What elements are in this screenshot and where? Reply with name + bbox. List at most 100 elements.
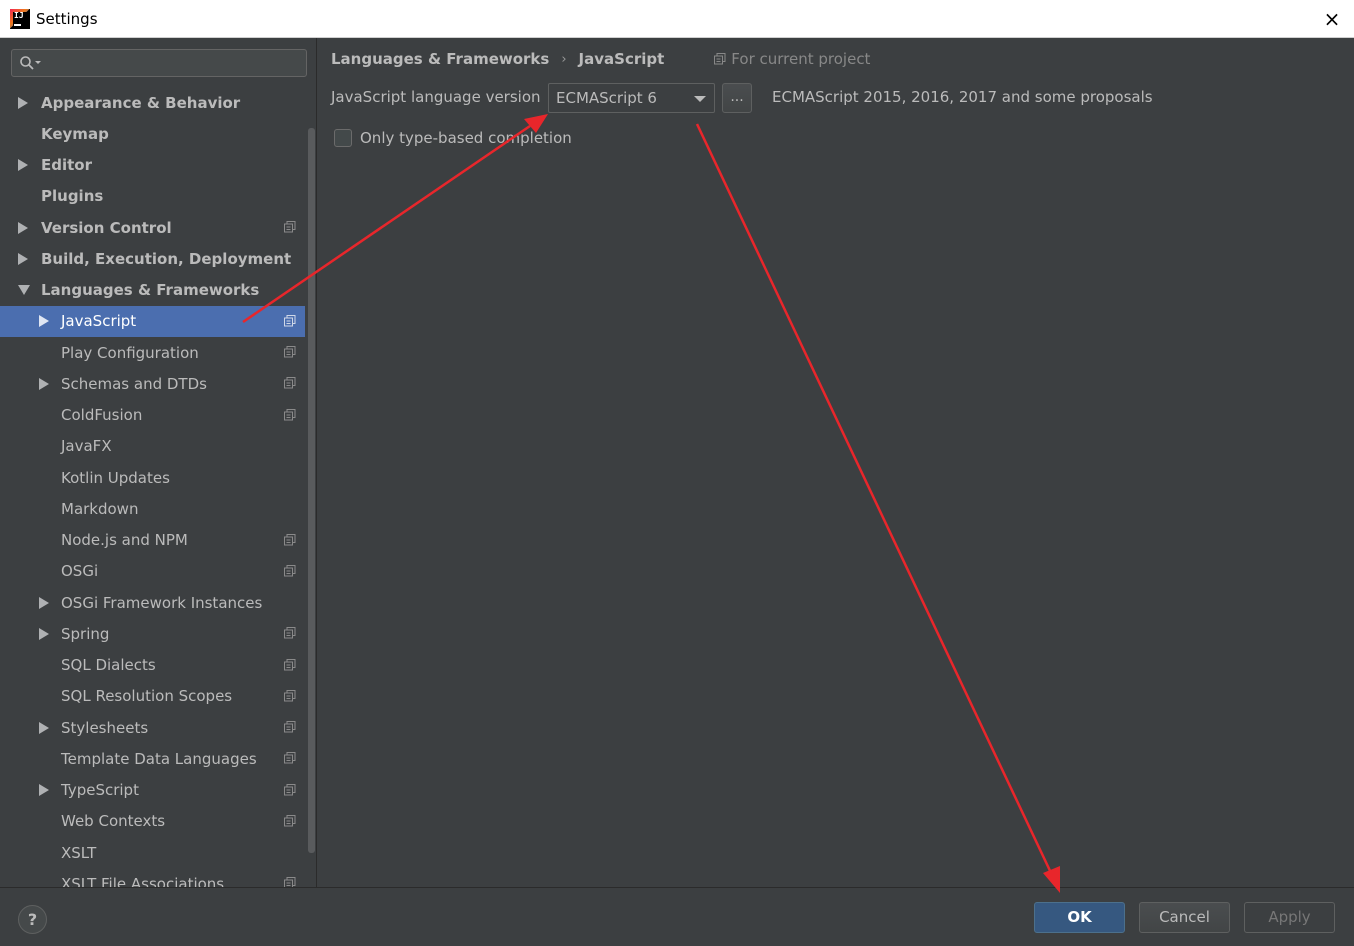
project-scope-icon (284, 533, 296, 545)
settings-sidebar: Appearance & Behavior Keymap Editor Plugins… (0, 38, 317, 887)
title-bar: IJ Settings × (0, 0, 1354, 38)
sidebar-item-label: Keymap (41, 124, 109, 143)
breadcrumb-item-languages-frameworks[interactable]: Languages & Frameworks (331, 50, 549, 68)
sidebar-item-build-execution-deployment[interactable]: Build, Execution, Deployment (0, 243, 305, 274)
sidebar-item-keymap[interactable]: Keymap (0, 118, 305, 149)
intellij-logo-icon: IJ (10, 8, 30, 29)
project-scope-icon (284, 314, 296, 327)
project-scope-icon (284, 877, 296, 887)
sidebar-item-label: Markdown (61, 499, 139, 518)
breadcrumb-separator: › (561, 51, 567, 67)
sidebar-item-javascript[interactable]: JavaScript (0, 305, 305, 337)
sidebar-item-label: OSGi Framework Instances (61, 593, 263, 612)
sidebar-item-web-contexts[interactable]: Web Contexts (0, 806, 305, 837)
sidebar-item-label: Editor (41, 156, 92, 175)
project-scope-icon (284, 564, 296, 577)
settings-tree: Appearance & Behavior Keymap Editor Plugins… (0, 87, 305, 887)
sidebar-item-label: Build, Execution, Deployment (41, 249, 292, 268)
sidebar-item-xslt-file-associations[interactable]: XSLT File Associations (0, 868, 305, 887)
project-scope-icon (284, 814, 296, 827)
chevron-right-icon[interactable] (39, 784, 49, 797)
sidebar-item-version-control[interactable]: Version Control (0, 212, 305, 243)
apply-button[interactable]: Apply (1244, 902, 1335, 933)
project-scope-icon (284, 221, 296, 233)
close-button[interactable]: × (1322, 9, 1342, 29)
scope-label: For current project (731, 50, 871, 68)
sidebar-item-typescript[interactable]: TypeScript (0, 775, 305, 806)
chevron-right-icon[interactable] (18, 221, 28, 234)
language-version-description: ECMAScript 2015, 2016, 2017 and some pro… (772, 88, 1153, 106)
project-scope-icon (284, 721, 296, 733)
sidebar-item-languages-frameworks[interactable]: Languages & Frameworks (0, 275, 305, 306)
sidebar-item-osgi[interactable]: OSGi (0, 556, 305, 587)
chevron-right-icon[interactable] (18, 96, 28, 109)
type-based-completion-label[interactable]: Only type-based completion (360, 129, 572, 147)
sidebar-item-label: ColdFusion (61, 406, 143, 425)
sidebar-item-sql-dialects[interactable]: SQL Dialects (0, 650, 305, 681)
sidebar-item-stylesheets[interactable]: Stylesheets (0, 712, 305, 743)
chevron-right-icon[interactable] (39, 627, 49, 640)
language-version-value: ECMAScript 6 (556, 89, 657, 107)
sidebar-item-label: Appearance & Behavior (41, 93, 241, 112)
project-scope-icon (284, 408, 296, 420)
sidebar-item-osgi-framework-instances[interactable]: OSGi Framework Instances (0, 587, 305, 618)
sidebar-item-play-configuration[interactable]: Play Configuration (0, 337, 305, 368)
project-scope-icon (714, 53, 726, 65)
project-scope-icon (284, 752, 296, 764)
sidebar-item-editor[interactable]: Editor (0, 150, 305, 181)
dialog-footer: ? OK Cancel Apply (0, 887, 1354, 946)
settings-search-input[interactable] (11, 49, 307, 77)
sidebar-scrollbar-thumb[interactable] (308, 128, 315, 853)
project-scope-icon (284, 689, 296, 702)
chevron-down-icon[interactable] (18, 285, 30, 296)
sidebar-item-label: OSGi (61, 562, 99, 581)
sidebar-item-label: TypeScript (61, 781, 139, 800)
project-scope-icon (284, 377, 296, 389)
sidebar-item-plugins[interactable]: Plugins (0, 181, 305, 212)
window-title: Settings (36, 9, 98, 28)
sidebar-item-markdown[interactable]: Markdown (0, 493, 305, 524)
chevron-right-icon[interactable] (18, 252, 28, 265)
sidebar-item-sql-resolution-scopes[interactable]: SQL Resolution Scopes (0, 681, 305, 712)
settings-content: Languages & Frameworks › JavaScript For … (318, 38, 1354, 887)
sidebar-item-label: JavaScript (61, 312, 137, 331)
ok-button[interactable]: OK (1034, 902, 1125, 933)
chevron-down-icon (694, 96, 706, 102)
sidebar-item-label: Web Contexts (61, 812, 166, 831)
sidebar-item-schemas-and-dtds[interactable]: Schemas and DTDs (0, 368, 305, 399)
sidebar-item-label: Schemas and DTDs (61, 374, 207, 393)
sidebar-item-label: Template Data Languages (61, 749, 257, 768)
sidebar-item-appearance-behavior[interactable]: Appearance & Behavior (0, 87, 305, 118)
chevron-right-icon[interactable] (39, 596, 49, 609)
cancel-button[interactable]: Cancel (1139, 902, 1230, 933)
chevron-right-icon[interactable] (39, 377, 49, 390)
sidebar-item-label: XSLT File Associations (61, 874, 225, 887)
sidebar-item-label: Stylesheets (61, 718, 149, 737)
scope-indicator: For current project (714, 50, 870, 68)
sidebar-item-label: Play Configuration (61, 343, 199, 362)
sidebar-item-xslt[interactable]: XSLT (0, 837, 305, 868)
sidebar-item-label: Spring (61, 624, 110, 643)
sidebar-item-label: SQL Resolution Scopes (61, 687, 233, 706)
sidebar-item-coldfusion[interactable]: ColdFusion (0, 400, 305, 431)
sidebar-item-spring[interactable]: Spring (0, 618, 305, 649)
sidebar-item-javafx[interactable]: JavaFX (0, 431, 305, 462)
help-button[interactable]: ? (18, 905, 47, 934)
sidebar-item-kotlin-updates[interactable]: Kotlin Updates (0, 462, 305, 493)
breadcrumb-item-javascript: JavaScript (578, 50, 665, 68)
breadcrumb: Languages & Frameworks › JavaScript For … (331, 49, 870, 69)
sidebar-item-label: JavaFX (61, 437, 112, 456)
chevron-right-icon[interactable] (18, 159, 28, 172)
project-scope-icon (284, 346, 296, 358)
sidebar-item-template-data-languages[interactable]: Template Data Languages (0, 743, 305, 774)
type-based-completion-checkbox[interactable] (334, 129, 352, 147)
sidebar-item-label: Kotlin Updates (61, 468, 170, 487)
project-scope-icon (284, 627, 296, 639)
language-version-dropdown[interactable]: ECMAScript 6 (548, 83, 715, 113)
sidebar-item-label: Languages & Frameworks (41, 281, 260, 300)
chevron-right-icon[interactable] (39, 721, 49, 734)
project-scope-icon (284, 783, 296, 795)
chevron-right-icon[interactable] (39, 315, 49, 328)
sidebar-item-node-js-and-npm[interactable]: Node.js and NPM (0, 525, 305, 556)
language-version-more-button[interactable]: ... (722, 83, 752, 113)
